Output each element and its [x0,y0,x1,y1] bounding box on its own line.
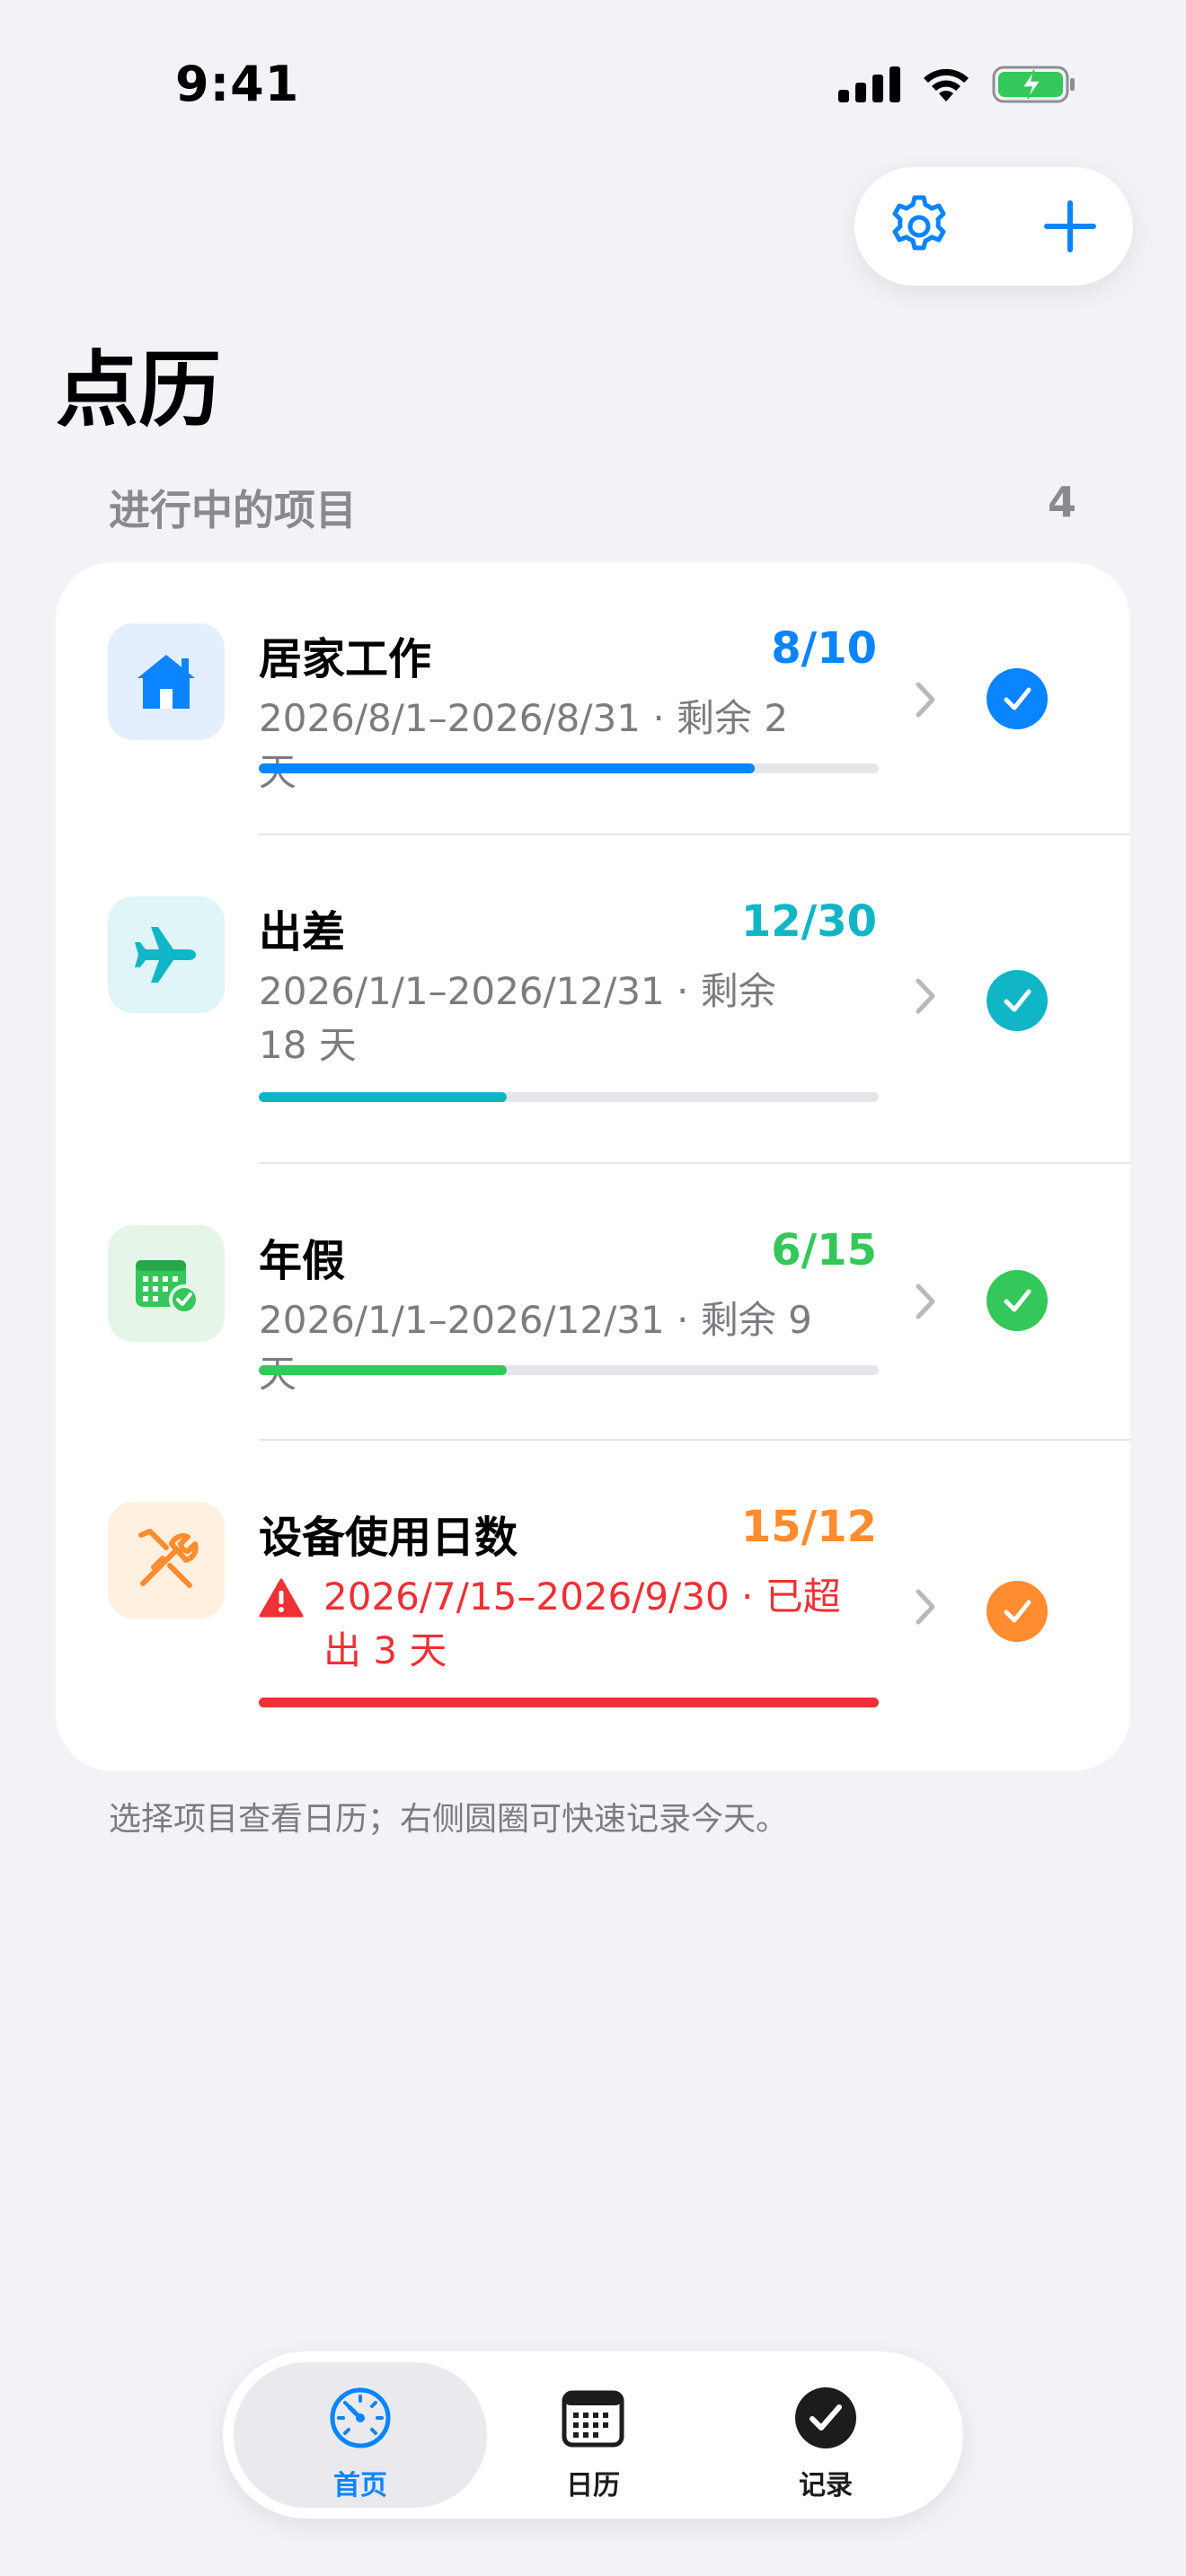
dashboard-icon [330,2387,391,2448]
progress-bar [259,763,879,773]
tab-label: 首页 [333,2470,387,2501]
settings-button[interactable] [883,190,955,262]
chevron-right-icon [916,1589,935,1625]
progress-bar [259,1092,879,1102]
project-name: 设备使用日数 [259,1513,518,1563]
quick-record-button[interactable] [987,1581,1048,1642]
project-count-value: 12/30 [740,896,877,947]
project-icon-tile [108,896,225,1013]
progress-bar [259,1698,879,1707]
tab-label: 日历 [566,2470,620,2501]
top-action-bar [854,167,1133,286]
progress-fill [259,1092,507,1102]
project-count-value: 8/10 [771,623,877,674]
project-icon-tile [108,623,225,740]
gear-icon [892,195,946,251]
project-name: 年假 [259,1236,346,1286]
tab-bar: 首页 日历 记录 [223,2351,963,2519]
project-date-range: 2026/8/1–2026/8/31 · 剩余 2 天 [259,696,789,794]
progress-fill [259,763,755,773]
tab-calendar[interactable]: 日历 [466,2362,720,2508]
project-icon-tile [108,1225,225,1342]
calendar-check-icon [136,1260,199,1315]
section-header: 进行中的项目 4 [109,478,1076,537]
tab-records[interactable]: 记录 [699,2362,952,2508]
plus-icon [1044,200,1096,252]
cellular-signal-icon [838,66,900,102]
checkmark-icon [1004,687,1031,710]
checkmark-icon [1004,1289,1031,1312]
progress-bar [259,1365,879,1375]
warning-icon [259,1578,304,1618]
project-row-annual-leave[interactable]: 年假 6/15 2026/1/1–2026/12/31 · 剩余 9 天 [56,1164,1130,1439]
house-icon [137,655,195,709]
project-name: 出差 [259,907,346,957]
checkmark-circle-icon [795,2387,856,2448]
projects-card: 居家工作 8/10 2026/8/1–2026/8/31 · 剩余 2 天 出差… [56,562,1130,1771]
project-date-range: 2026/1/1–2026/12/31 · 剩余 18 天 [259,969,776,1067]
tools-icon [138,1529,199,1588]
progress-fill [259,1365,507,1375]
quick-record-button[interactable] [987,970,1048,1031]
status-bar: 9:41 [0,0,1186,171]
project-name: 居家工作 [259,634,432,684]
add-button[interactable] [1034,190,1106,262]
quick-record-button[interactable] [987,668,1048,729]
quick-record-button[interactable] [987,1270,1048,1331]
project-date-range: 2026/7/15–2026/9/30 · 已超出 3 天 [323,1575,841,1672]
calendar-icon [562,2390,624,2448]
project-icon-tile [108,1502,225,1619]
project-count-value: 15/12 [740,1502,877,1552]
checkmark-icon [1004,1600,1031,1623]
status-icons [838,65,1076,104]
section-label: 进行中的项目 [109,486,357,534]
tab-label: 记录 [799,2470,853,2501]
chevron-right-icon [916,978,935,1014]
progress-fill [259,1698,879,1707]
wifi-icon [924,68,969,101]
chevron-right-icon [916,682,935,718]
project-date-range: 2026/1/1–2026/12/31 · 剩余 9 天 [259,1298,812,1396]
project-row-work-from-home[interactable]: 居家工作 8/10 2026/8/1–2026/8/31 · 剩余 2 天 [56,562,1130,834]
airplane-icon [135,927,196,983]
project-row-business-trip[interactable]: 出差 12/30 2026/1/1–2026/12/31 · 剩余 18 天 [56,835,1130,1162]
page-title: 点历 [56,342,222,438]
project-count-value: 6/15 [771,1225,877,1275]
checkmark-icon [1004,989,1031,1012]
project-count: 4 [1047,478,1076,526]
footnote: 选择项目查看日历；右侧圆圈可快速记录今天。 [109,1801,789,1838]
tab-home[interactable]: 首页 [234,2362,487,2508]
project-row-equipment-days[interactable]: 设备使用日数 15/12 2026/7/15–2026/9/30 · 已超出 3… [56,1441,1130,1771]
chevron-right-icon [916,1284,935,1319]
battery-charging-icon [992,66,1075,103]
status-time: 9:41 [175,56,300,112]
